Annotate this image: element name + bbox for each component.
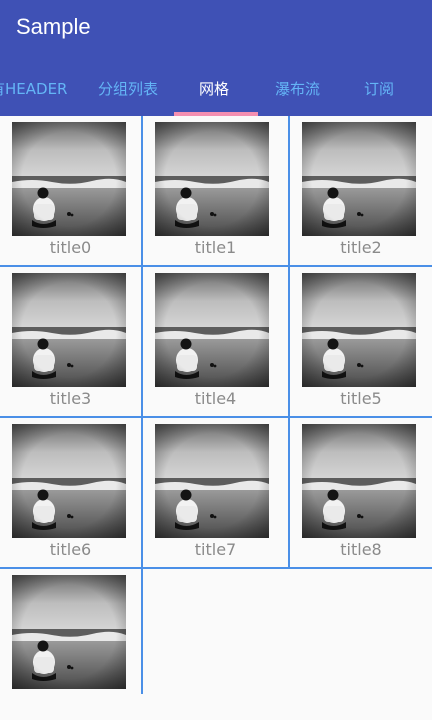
photo-thumbnail	[155, 424, 269, 538]
photo-thumbnail	[12, 424, 126, 538]
grid-item-title: title0	[49, 238, 92, 257]
grid-item-title: title8	[340, 540, 382, 559]
grid-item-title: title7	[194, 540, 237, 559]
row-divider	[0, 416, 432, 418]
grid-item-title: title4	[194, 389, 237, 408]
tab-grid[interactable]: 网格	[199, 78, 229, 99]
grid-item[interactable]: title6	[0, 418, 141, 569]
photo-thumbnail	[155, 122, 269, 236]
row-divider	[0, 265, 432, 267]
photo-thumbnail	[302, 424, 416, 538]
photo-thumbnail	[12, 575, 126, 689]
grid-item[interactable]: title0	[0, 116, 141, 267]
grid-item-title: title2	[340, 238, 382, 257]
app-bar: Sample 有HEADER 分组列表 网格 瀑布流 订阅	[0, 0, 432, 116]
grid-item-title: title1	[194, 238, 237, 257]
column-divider	[141, 116, 143, 694]
app-title: Sample	[16, 14, 91, 39]
tab-grouped-list[interactable]: 分组列表	[98, 78, 158, 99]
row-divider	[0, 567, 432, 569]
grid-item[interactable]: title8	[290, 418, 432, 569]
grid-item-title: title5	[340, 389, 382, 408]
photo-thumbnail	[302, 273, 416, 387]
photo-grid[interactable]: title0 title1 title2 title3 title4 title…	[0, 116, 432, 720]
grid-item[interactable]: title1	[143, 116, 288, 267]
grid-item[interactable]: title5	[290, 267, 432, 418]
grid-item-title: title3	[49, 389, 92, 408]
grid-item[interactable]: title3	[0, 267, 141, 418]
photo-thumbnail	[12, 273, 126, 387]
photo-thumbnail	[302, 122, 416, 236]
grid-item[interactable]: title7	[143, 418, 288, 569]
tab-bar: 有HEADER 分组列表 网格 瀑布流 订阅	[0, 60, 432, 116]
tab-subscribe[interactable]: 订阅	[364, 78, 394, 99]
column-divider	[288, 116, 290, 569]
tab-waterfall[interactable]: 瀑布流	[275, 78, 320, 99]
tab-header[interactable]: 有HEADER	[0, 78, 67, 99]
grid-item[interactable]: title2	[290, 116, 432, 267]
photo-thumbnail	[12, 122, 126, 236]
grid-item-title: title6	[49, 540, 92, 559]
photo-thumbnail	[155, 273, 269, 387]
grid-item[interactable]	[0, 569, 141, 720]
grid-item[interactable]: title4	[143, 267, 288, 418]
